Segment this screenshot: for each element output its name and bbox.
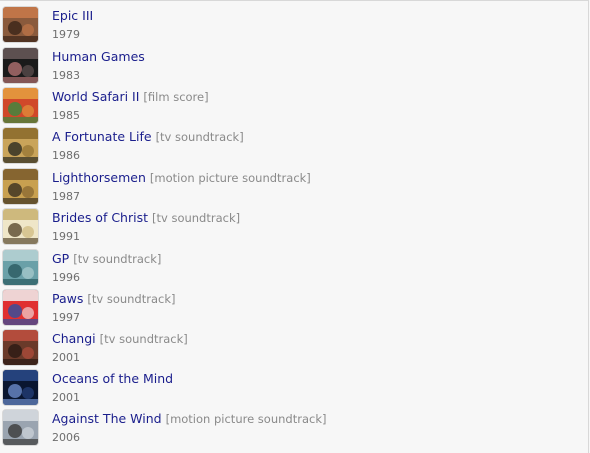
- album-title-line: Epic III: [52, 8, 93, 24]
- album-year: 1986: [52, 149, 80, 162]
- album-type-tag: [tv soundtrack]: [152, 211, 241, 225]
- album-item: A Fortunate Life [tv soundtrack] 1986: [3, 128, 583, 168]
- album-title-link[interactable]: Human Games: [52, 49, 145, 64]
- album-item: World Safari II [film score] 1985: [3, 88, 583, 128]
- album-title-link[interactable]: Changi: [52, 331, 96, 346]
- album-year: 1991: [52, 230, 80, 243]
- album-item: Epic III 1979: [3, 7, 583, 47]
- album-cover[interactable]: [3, 330, 38, 365]
- album-type-tag: [motion picture soundtrack]: [149, 171, 311, 185]
- epic-iii-cover-icon: [3, 7, 38, 42]
- album-item: Against The Wind [motion picture soundtra…: [3, 410, 583, 450]
- album-item: Paws [tv soundtrack] 1997: [3, 290, 583, 330]
- album-cover[interactable]: [3, 370, 38, 405]
- album-title-link[interactable]: Lighthorsemen: [52, 170, 146, 185]
- album-item: Oceans of the Mind 2001: [3, 370, 583, 410]
- album-title-line: A Fortunate Life [tv soundtrack]: [52, 129, 244, 145]
- human-games-cover-icon: [3, 48, 38, 83]
- album-year: 1985: [52, 109, 80, 122]
- oceans-of-the-mind-cover-icon: [3, 370, 38, 405]
- album-item: Brides of Christ [tv soundtrack] 1991: [3, 209, 583, 249]
- album-title-link[interactable]: World Safari II: [52, 89, 139, 104]
- brides-of-christ-cover-icon: [3, 209, 38, 244]
- gp-cover-icon: [3, 250, 38, 285]
- album-year: 2006: [52, 431, 80, 444]
- album-year: 1987: [52, 190, 80, 203]
- album-year: 1983: [52, 69, 80, 82]
- lighthorsemen-cover-icon: [3, 169, 38, 204]
- album-type-tag: [tv soundtrack]: [87, 292, 176, 306]
- album-item: Changi [tv soundtrack] 2001: [3, 330, 583, 370]
- album-title-line: World Safari II [film score]: [52, 89, 209, 105]
- album-type-tag: [motion picture soundtrack]: [165, 412, 327, 426]
- album-cover[interactable]: [3, 410, 38, 445]
- album-year: 1996: [52, 271, 80, 284]
- paws-cover-icon: [3, 290, 38, 325]
- album-cover[interactable]: [3, 250, 38, 285]
- album-title-link[interactable]: GP: [52, 251, 69, 266]
- changi-cover-icon: [3, 330, 38, 365]
- album-item: Human Games 1983: [3, 48, 583, 88]
- album-item: Lighthorsemen [motion picture soundtrack]…: [3, 169, 583, 209]
- album-title-line: Human Games: [52, 49, 145, 65]
- album-title-line: Oceans of the Mind: [52, 371, 173, 387]
- album-year: 2001: [52, 391, 80, 404]
- album-title-line: Paws [tv soundtrack]: [52, 291, 176, 307]
- album-title-link[interactable]: Paws: [52, 291, 83, 306]
- album-cover[interactable]: [3, 128, 38, 163]
- album-title-link[interactable]: Against The Wind: [52, 411, 162, 426]
- against-the-wind-cover-icon: [3, 410, 38, 445]
- album-cover[interactable]: [3, 209, 38, 244]
- album-title-link[interactable]: Epic III: [52, 8, 93, 23]
- album-cover[interactable]: [3, 169, 38, 204]
- album-type-tag: [film score]: [143, 90, 209, 104]
- album-cover[interactable]: [3, 88, 38, 123]
- album-cover[interactable]: [3, 290, 38, 325]
- album-title-line: Lighthorsemen [motion picture soundtrack]: [52, 170, 311, 186]
- album-type-tag: [tv soundtrack]: [73, 252, 162, 266]
- album-type-tag: [tv soundtrack]: [155, 130, 244, 144]
- album-title-line: Brides of Christ [tv soundtrack]: [52, 210, 240, 226]
- fortunate-life-cover-icon: [3, 128, 38, 163]
- album-title-link[interactable]: A Fortunate Life: [52, 129, 152, 144]
- album-cover[interactable]: [3, 48, 38, 83]
- album-title-line: Against The Wind [motion picture soundtra…: [52, 411, 326, 427]
- album-title-line: Changi [tv soundtrack]: [52, 331, 188, 347]
- album-title-line: GP [tv soundtrack]: [52, 251, 161, 267]
- album-title-link[interactable]: Brides of Christ: [52, 210, 148, 225]
- album-year: 1979: [52, 28, 80, 41]
- album-item: GP [tv soundtrack] 1996: [3, 250, 583, 290]
- world-safari-cover-icon: [3, 88, 38, 123]
- album-cover[interactable]: [3, 7, 38, 42]
- album-type-tag: [tv soundtrack]: [99, 332, 188, 346]
- album-title-link[interactable]: Oceans of the Mind: [52, 371, 173, 386]
- album-year: 1997: [52, 311, 80, 324]
- discography-panel: Epic III 1979 Human Games 1983 World Safar…: [0, 0, 589, 453]
- album-year: 2001: [52, 351, 80, 364]
